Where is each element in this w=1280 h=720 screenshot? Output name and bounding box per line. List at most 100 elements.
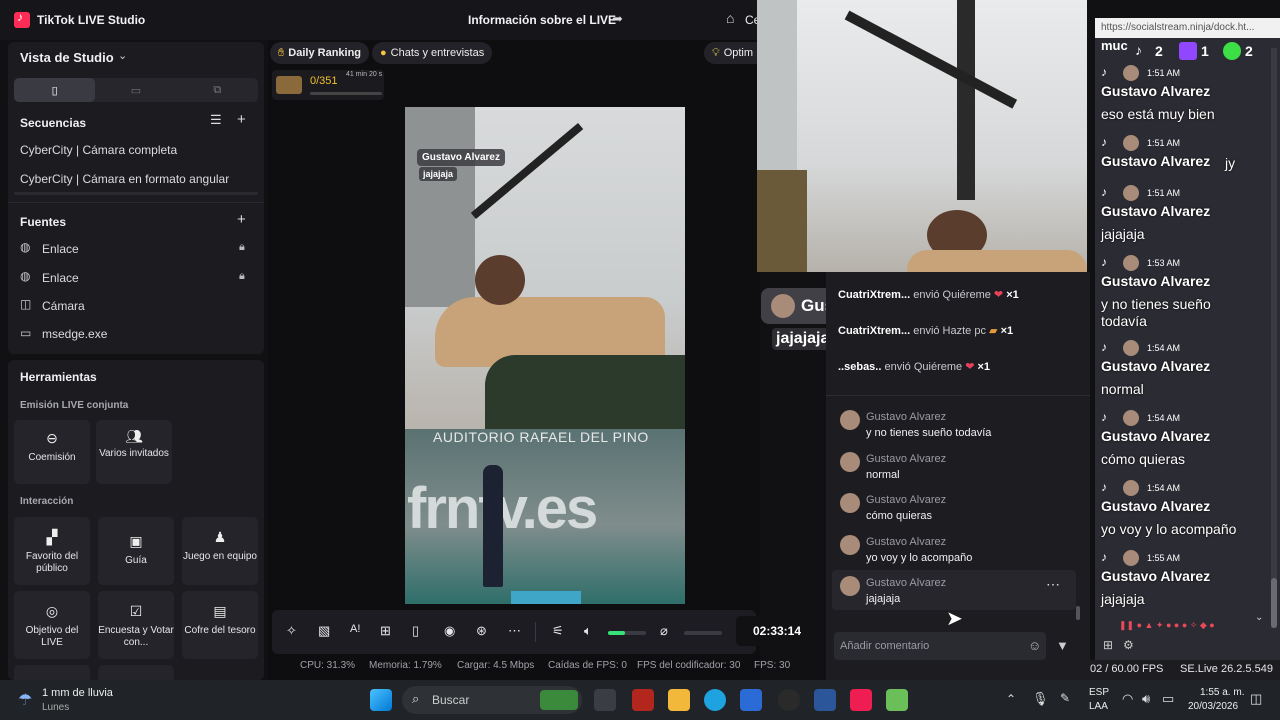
portrait-mode-button[interactable]: ▯ xyxy=(14,78,96,102)
tool-label: Coemisión xyxy=(28,452,76,463)
obs-icon[interactable] xyxy=(778,689,800,711)
guide-button[interactable]: ▣ Guía xyxy=(98,517,174,585)
audience-favorite-button[interactable]: ▞ Favorito del público xyxy=(14,517,90,585)
magic-wand-icon[interactable]: ✧ xyxy=(286,623,297,639)
rain-icon[interactable]: ☂ xyxy=(18,690,32,710)
comment-placeholder: Añadir comentario xyxy=(840,640,930,652)
home-icon[interactable]: ⌂ xyxy=(726,10,734,26)
ranking-widget[interactable]: 0/351 41 min 20 s xyxy=(272,70,384,100)
microphone-icon[interactable]: 🎙︎ xyxy=(1032,691,1049,707)
replay-icon[interactable]: ⊛ xyxy=(476,623,487,639)
tiktok-icon: ♪ xyxy=(1101,255,1107,269)
avatar xyxy=(840,493,860,513)
optimize-chip[interactable]: 💡︎ Optim xyxy=(704,42,762,64)
pen-icon[interactable]: ✎ xyxy=(1060,691,1070,705)
filter-icon[interactable]: ▼ xyxy=(1056,638,1069,653)
camera-window[interactable] xyxy=(757,0,1087,272)
daily-ranking-chip[interactable]: ✋︎ Daily Ranking xyxy=(270,42,370,64)
chat-scrollbar[interactable] xyxy=(1076,606,1080,620)
cohost-button[interactable]: ⊖ Coemisión xyxy=(14,420,90,484)
studio-view-title[interactable]: Vista de Studio xyxy=(20,50,114,65)
windows-start-icon[interactable] xyxy=(370,689,392,711)
clock-date[interactable]: 20/03/2026 xyxy=(1188,701,1238,712)
source-item[interactable]: Enlace xyxy=(42,271,79,285)
chevron-down-icon[interactable]: ⌄ xyxy=(118,49,127,62)
more-options-icon[interactable]: ⋯ xyxy=(1046,576,1060,593)
chats-interviews-chip[interactable]: ● Chats y entrevistas xyxy=(372,42,493,64)
emoji-icon[interactable]: ☺ xyxy=(1028,638,1041,653)
tiktok-logo-icon xyxy=(14,10,30,28)
source-item[interactable]: msedge.exe xyxy=(42,327,107,341)
add-sequence-icon[interactable]: + xyxy=(237,111,246,128)
dock-url-bar[interactable]: https://socialstream.ninja/dock.ht... xyxy=(1095,18,1280,38)
lock-icon[interactable]: 🔒︎ xyxy=(239,270,245,283)
dock-scroll-thumb[interactable] xyxy=(1271,578,1277,628)
taskbar-search[interactable]: ⌕ Buscar xyxy=(402,686,582,714)
tool-card-partial[interactable] xyxy=(98,665,174,680)
dual-mode-button[interactable]: ⧉ xyxy=(177,78,258,102)
sequence-scrollbar[interactable] xyxy=(14,192,258,195)
team-game-button[interactable]: ♟ Juego en equipo xyxy=(182,517,258,585)
sequence-item[interactable]: CyberCity | Cámara completa xyxy=(20,143,177,157)
source-item[interactable]: Enlace xyxy=(42,242,79,256)
wifi-icon[interactable]: ◠ xyxy=(1122,691,1133,707)
dock-scrollbar[interactable] xyxy=(1271,48,1277,628)
add-frame-icon[interactable]: ⊞ xyxy=(380,623,391,639)
battery-icon[interactable]: ▭ xyxy=(1162,691,1174,707)
landscape-mode-button[interactable]: ▭ xyxy=(95,78,176,102)
speaker-icon[interactable]: 🔈︎ xyxy=(584,623,592,639)
notification-icon[interactable]: ◫ xyxy=(1250,691,1262,707)
multi-guest-button[interactable]: 👥︎ Varios invitados xyxy=(96,420,172,484)
list-icon[interactable]: ☰ xyxy=(210,112,222,128)
share-icon[interactable]: ➦ xyxy=(612,11,623,27)
weather-text[interactable]: 1 mm de lluvia xyxy=(42,687,113,699)
live-goal-button[interactable]: ◎ Objetivo del LIVE xyxy=(14,591,90,659)
scroll-down-icon[interactable]: ⌄ xyxy=(1255,612,1263,623)
tool-card-partial[interactable] xyxy=(14,665,90,680)
screen-effects-icon[interactable]: ▧ xyxy=(318,623,330,639)
dock-message-name: Gustavo Alvarez xyxy=(1101,203,1211,219)
more-options-icon[interactable]: ⋯ xyxy=(508,623,521,639)
file-explorer-icon[interactable] xyxy=(668,689,690,711)
search-icon: ⌕ xyxy=(412,691,420,706)
dock-message-text: jajajaja xyxy=(1101,591,1145,607)
social-stream-dock: https://socialstream.ninja/dock.ht... mu… xyxy=(1095,18,1280,680)
interaction-title: Interacción xyxy=(20,496,74,507)
add-icon[interactable]: ⊞ xyxy=(1103,638,1113,652)
gear-icon[interactable]: ⚙ xyxy=(1123,638,1134,652)
mic-volume-slider[interactable] xyxy=(684,631,722,635)
phone-icon[interactable]: ▯ xyxy=(412,623,419,639)
tiktok-live-taskbar-icon[interactable] xyxy=(850,689,872,711)
mic-muted-icon[interactable]: ⌀ xyxy=(660,623,668,639)
word-icon[interactable] xyxy=(814,689,836,711)
task-view-icon[interactable] xyxy=(594,689,616,711)
tiktok-count: 2 xyxy=(1155,43,1163,59)
mixer-icon[interactable]: ⚟ xyxy=(552,623,564,639)
treasure-chest-button[interactable]: ▤ Cofre del tesoro xyxy=(182,591,258,659)
comment-input[interactable]: Añadir comentario ☺ xyxy=(834,632,1046,660)
desktop-volume-slider[interactable] xyxy=(608,631,646,635)
language-code[interactable]: ESP xyxy=(1089,687,1109,698)
avatar xyxy=(1123,550,1139,566)
volume-icon[interactable]: 🔊︎ xyxy=(1142,691,1150,707)
tiktok-icon: ♪ xyxy=(1101,550,1107,564)
source-item[interactable]: Cámara xyxy=(42,299,85,313)
app-shield-icon[interactable] xyxy=(632,689,654,711)
preview-head xyxy=(475,255,525,305)
poll-button[interactable]: ☑ Encuesta y Votar con... xyxy=(98,591,174,659)
live-info-title[interactable]: Información sobre el LIVE xyxy=(468,13,616,27)
edge-icon[interactable] xyxy=(704,689,726,711)
store-icon[interactable] xyxy=(740,689,762,711)
ai-icon[interactable]: A! xyxy=(350,623,360,635)
avatar xyxy=(840,535,860,555)
preview-stage-light xyxy=(511,591,581,604)
snipping-icon[interactable] xyxy=(886,689,908,711)
clock-time[interactable]: 1:55 a. m. xyxy=(1200,687,1244,698)
lock-icon[interactable]: 🔒︎ xyxy=(239,241,245,254)
tools-title: Herramientas xyxy=(20,370,97,384)
add-source-icon[interactable]: + xyxy=(237,211,246,228)
sequence-item[interactable]: CyberCity | Cámara en formato angular xyxy=(20,172,229,186)
chevron-up-icon[interactable]: ⌃ xyxy=(1006,692,1016,706)
stream-preview[interactable]: Gustavo Alvarez jajajaja AUDITORIO RAFAE… xyxy=(405,107,685,604)
record-icon[interactable]: ◉ xyxy=(444,623,455,639)
